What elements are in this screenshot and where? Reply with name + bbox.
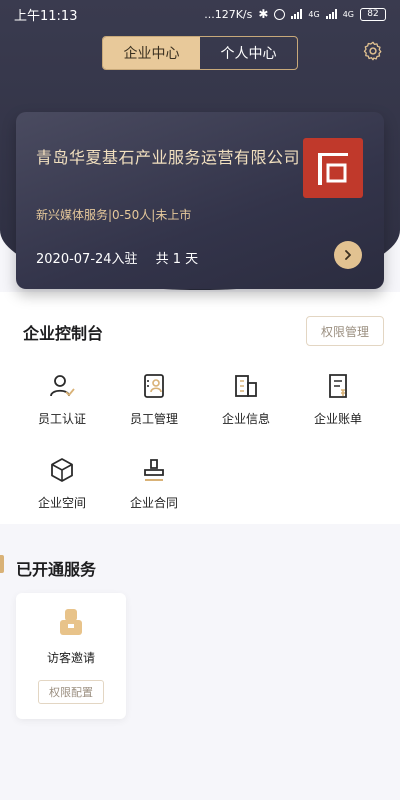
service-card-visitor[interactable]: 访客邀请 权限配置	[16, 593, 126, 719]
company-card[interactable]: 青岛华夏基石产业服务运营有限公司 新兴媒体服务|0-50人|未上市 2020-0…	[16, 112, 384, 289]
status-bar: 上午11:13 ...127K/s ✱ 4G 4G 82	[0, 0, 400, 28]
tab-personal-center[interactable]: 个人中心	[200, 37, 297, 69]
company-join-info: 2020-07-24入驻 共 1 天	[36, 248, 198, 267]
company-name: 青岛华夏基石产业服务运营有限公司	[36, 148, 301, 167]
bluetooth-icon: ✱	[258, 7, 269, 21]
console-item-employee-verify[interactable]: 员工认证	[16, 372, 108, 442]
company-detail-arrow-button[interactable]	[334, 241, 362, 269]
user-verify-icon	[50, 375, 75, 397]
gear-icon[interactable]	[362, 40, 384, 62]
console-item-company-space[interactable]: 企业空间	[16, 456, 108, 526]
app-screen: 上午11:13 ...127K/s ✱ 4G 4G 82 企业中心 个人中心 青…	[0, 0, 400, 800]
network-label-1: 4G	[308, 9, 320, 19]
signal-icon-1	[291, 9, 303, 19]
bill-icon	[329, 374, 347, 398]
console-item-company-info[interactable]: 企业信息	[200, 372, 292, 442]
building-icon	[235, 375, 257, 397]
console-item-label: 企业空间	[37, 496, 86, 510]
company-meta: 新兴媒体服务|0-50人|未上市	[36, 208, 192, 222]
signal-icon-2	[325, 9, 337, 19]
status-indicators: ...127K/s ✱ 4G 4G 82	[204, 7, 386, 21]
console-item-label: 员工认证	[37, 412, 86, 426]
center-tab-switch: 企业中心 个人中心	[102, 36, 298, 70]
battery-icon: 82	[360, 7, 386, 21]
services-title: 已开通服务	[16, 560, 97, 579]
console-item-label: 企业合同	[129, 496, 178, 510]
join-duration: 共 1 天	[155, 252, 199, 267]
console-item-label: 企业信息	[221, 412, 270, 426]
network-speed: ...127K/s	[204, 7, 253, 21]
console-title: 企业控制台	[23, 324, 104, 343]
tab-enterprise-center[interactable]: 企业中心	[103, 37, 200, 69]
visitor-icon	[60, 609, 82, 635]
alarm-icon	[274, 8, 286, 20]
company-logo	[303, 138, 363, 198]
console-item-label: 企业账单	[313, 412, 362, 426]
section-accent-bar	[0, 555, 4, 573]
join-date: 2020-07-24入驻	[36, 252, 138, 267]
company-logo-mark	[318, 153, 348, 185]
service-label: 访客邀请	[46, 651, 95, 665]
employee-manage-icon	[144, 374, 164, 398]
console-item-company-bill[interactable]: 企业账单	[292, 372, 384, 442]
permission-config-button[interactable]: 权限配置	[38, 680, 104, 704]
stamp-icon	[144, 459, 164, 481]
console-item-company-contract[interactable]: 企业合同	[108, 456, 200, 526]
console-item-label: 员工管理	[129, 412, 178, 426]
console-item-employee-manage[interactable]: 员工管理	[108, 372, 200, 442]
cube-icon	[51, 458, 73, 482]
network-label-2: 4G	[342, 9, 354, 19]
chevron-right-icon	[345, 250, 351, 260]
permission-manage-button[interactable]: 权限管理	[306, 316, 384, 346]
status-time: 上午11:13	[14, 8, 78, 24]
